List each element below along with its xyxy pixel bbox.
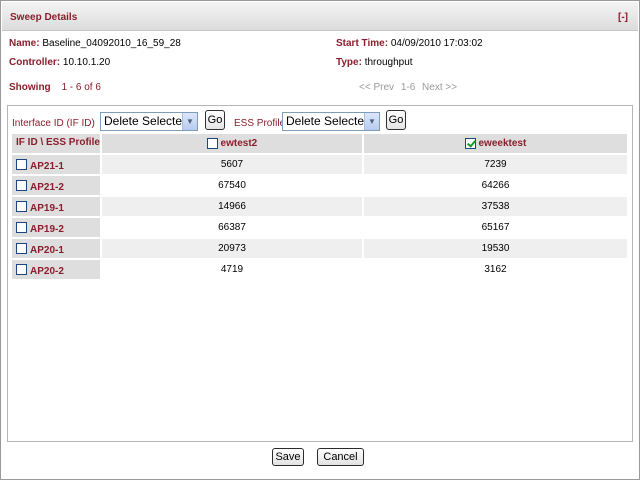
controller-label: Controller: — [9, 57, 61, 68]
cell-value: 14966 — [101, 196, 363, 217]
window-title: Sweep Details — [10, 12, 78, 23]
cancel-button[interactable]: Cancel — [317, 448, 364, 466]
row-id-link[interactable]: AP19-2 — [30, 224, 64, 235]
table-row: AP19-1 14966 37538 — [11, 196, 628, 217]
results-panel: Interface ID (IF ID) Delete Selected ▼ G… — [7, 105, 633, 442]
name-field: Name: Baseline_04092010_16_59_28 — [9, 38, 181, 49]
table-row: AP20-2 4719 3162 — [11, 259, 628, 280]
cell-value: 66387 — [101, 217, 363, 238]
type-label: Type: — [336, 57, 362, 68]
corner-header: IF ID \ ESS Profile — [11, 133, 101, 154]
cell-value: 20973 — [101, 238, 363, 259]
type-value: throughput — [364, 57, 413, 68]
row-checkbox[interactable] — [16, 243, 27, 254]
row-header: AP21-2 — [11, 175, 101, 196]
interface-id-label: Interface ID (IF ID) — [12, 118, 95, 129]
chevron-down-icon: ▼ — [364, 113, 379, 130]
table-row: AP21-2 67540 64266 — [11, 175, 628, 196]
row-id-link[interactable]: AP19-1 — [30, 203, 64, 214]
cell-value: 3162 — [363, 259, 628, 280]
row-id-link[interactable]: AP20-2 — [30, 266, 64, 277]
row-id-link[interactable]: AP20-1 — [30, 245, 64, 256]
start-time-value: 04/09/2010 17:03:02 — [390, 38, 483, 49]
name-value: Baseline_04092010_16_59_28 — [42, 38, 181, 49]
row-checkbox[interactable] — [16, 180, 27, 191]
row-header: AP19-2 — [11, 217, 101, 238]
row-header: AP20-1 — [11, 238, 101, 259]
column-header-eweektest: eweektest — [363, 133, 628, 154]
showing-value: 1 - 6 of 6 — [61, 82, 101, 93]
ess-profile-label: ESS Profile — [234, 118, 286, 129]
controller-value: 10.10.1.20 — [62, 57, 111, 68]
column-label-ewtest2[interactable]: ewtest2 — [221, 138, 258, 149]
table-row: AP21-1 5607 7239 — [11, 154, 628, 175]
table-row: AP20-1 20973 19530 — [11, 238, 628, 259]
filter-bar: Interface ID (IF ID) Delete Selected ▼ G… — [12, 110, 628, 132]
cell-value: 65167 — [363, 217, 628, 238]
sweep-details-window: Sweep Details [-] Name: Baseline_0409201… — [0, 0, 640, 480]
controller-field: Controller: 10.10.1.20 — [9, 57, 110, 68]
row-header: AP20-2 — [11, 259, 101, 280]
start-time-field: Start Time: 04/09/2010 17:03:02 — [336, 38, 483, 49]
page-range: 1-6 — [400, 82, 416, 93]
showing-count: Showing 1 - 6 of 6 — [9, 82, 101, 93]
row-id-link[interactable]: AP21-1 — [30, 161, 64, 172]
ess-go-button[interactable]: Go — [386, 110, 406, 130]
showing-label: Showing — [9, 82, 51, 93]
chevron-down-icon: ▼ — [182, 113, 197, 130]
name-label: Name: — [9, 38, 40, 49]
row-checkbox[interactable] — [16, 201, 27, 212]
column-checkbox-eweektest[interactable] — [464, 137, 476, 149]
cell-value: 4719 — [101, 259, 363, 280]
pager: << Prev 1-6 Next >> — [359, 82, 461, 93]
row-checkbox[interactable] — [16, 222, 27, 233]
cell-value: 19530 — [363, 238, 628, 259]
cell-value: 7239 — [363, 154, 628, 175]
column-checkbox-ewtest2[interactable] — [206, 137, 218, 149]
interface-go-button[interactable]: Go — [205, 110, 225, 130]
column-header-ewtest2: ewtest2 — [101, 133, 363, 154]
start-time-label: Start Time: — [336, 38, 389, 49]
row-id-link[interactable]: AP21-2 — [30, 182, 64, 193]
table-header-row: IF ID \ ESS Profile ewtest2 eweektest — [11, 133, 628, 154]
cell-value: 37538 — [363, 196, 628, 217]
cell-value: 5607 — [101, 154, 363, 175]
row-checkbox[interactable] — [16, 264, 27, 275]
collapse-button[interactable]: [-] — [618, 12, 628, 23]
cell-value: 67540 — [101, 175, 363, 196]
table-row: AP19-2 66387 65167 — [11, 217, 628, 238]
row-header: AP19-1 — [11, 196, 101, 217]
prev-link[interactable]: << Prev — [359, 82, 394, 93]
column-label-eweektest[interactable]: eweektest — [478, 138, 526, 149]
cell-value: 64266 — [363, 175, 628, 196]
type-field: Type: throughput — [336, 57, 413, 68]
row-header: AP21-1 — [11, 154, 101, 175]
ess-action-select[interactable]: Delete Selected ▼ — [282, 112, 380, 131]
title-bar: Sweep Details [-] — [2, 2, 638, 31]
row-checkbox[interactable] — [16, 159, 27, 170]
next-link[interactable]: Next >> — [422, 82, 457, 93]
save-button[interactable]: Save — [272, 448, 304, 466]
interface-action-select[interactable]: Delete Selected ▼ — [100, 112, 198, 131]
